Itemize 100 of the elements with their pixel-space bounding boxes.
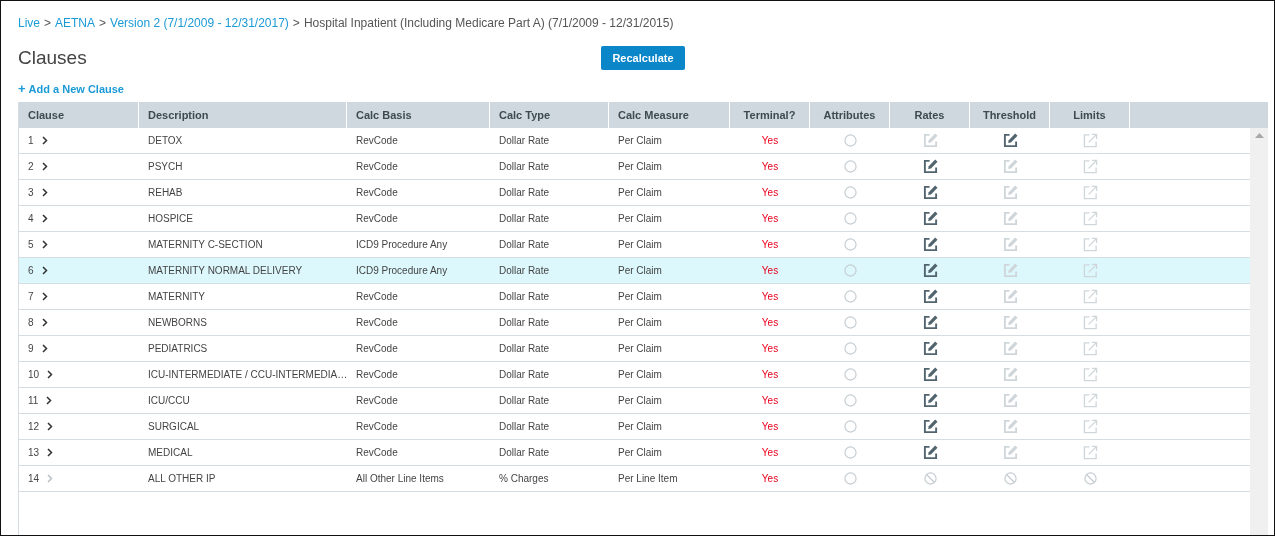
table-cell: NEWBORNS <box>148 317 207 328</box>
recalculate-button[interactable]: Recalculate <box>601 46 685 70</box>
radio-icon[interactable] <box>843 472 857 485</box>
chevron-icon[interactable] <box>46 396 53 405</box>
edit-icon[interactable] <box>922 445 938 460</box>
chevron-icon[interactable] <box>41 162 48 171</box>
table-cell: ICD9 Procedure Any <box>356 265 448 276</box>
radio-icon[interactable] <box>843 394 857 407</box>
table-row[interactable]: 11 ICU/CCU RevCode Dollar Rate Per Claim Yes <box>19 388 1250 414</box>
table-row[interactable]: 9 PEDIATRICS RevCode Dollar Rate Per Claim Yes <box>19 336 1250 362</box>
table-row[interactable]: 3 REHAB RevCode Dollar Rate Per Claim Yes <box>19 180 1250 206</box>
chevron-icon[interactable] <box>41 292 48 301</box>
table-cell: RevCode <box>356 421 398 432</box>
table-cell: RevCode <box>356 369 398 380</box>
column-header: Calc Basis <box>347 102 490 128</box>
edit-icon[interactable] <box>922 289 938 304</box>
table-cell: Dollar Rate <box>499 291 550 302</box>
radio-icon[interactable] <box>843 342 857 355</box>
column-header: Limits <box>1050 102 1130 128</box>
table-cell: ALL OTHER IP <box>148 473 216 484</box>
table-cell: Per Claim <box>618 395 662 406</box>
table-cell: Dollar Rate <box>499 369 550 380</box>
table-cell: Per Claim <box>618 135 662 146</box>
table-row[interactable]: 8 NEWBORNS RevCode Dollar Rate Per Claim Yes <box>19 310 1250 336</box>
table-cell: MATERNITY <box>148 291 206 302</box>
radio-icon[interactable] <box>843 420 857 433</box>
chevron-icon[interactable] <box>41 266 48 275</box>
table-cell: RevCode <box>356 343 398 354</box>
table-row[interactable]: 7 MATERNITY RevCode Dollar Rate Per Claim Yes <box>19 284 1250 310</box>
edit-icon[interactable] <box>922 393 938 408</box>
terminal-value: Yes <box>761 291 779 302</box>
table-cell: 6 <box>28 265 34 276</box>
table-cell: Per Claim <box>618 239 662 250</box>
table-cell: 7 <box>28 291 34 302</box>
chevron-icon[interactable] <box>41 240 48 249</box>
table-cell: Dollar Rate <box>499 161 550 172</box>
table-row[interactable]: 6 MATERNITY NORMAL DELIVERY ICD9 Procedure Any Dollar Rate Per Claim Yes <box>19 258 1250 284</box>
radio-icon[interactable] <box>843 290 857 303</box>
radio-icon[interactable] <box>843 316 857 329</box>
breadcrumb-separator: > <box>292 16 300 30</box>
table-row[interactable]: 1 DETOX RevCode Dollar Rate Per Claim Yes <box>19 128 1250 154</box>
scroll-up-icon[interactable] <box>1254 133 1264 138</box>
table-row[interactable]: 14 ALL OTHER IP All Other Line Items % Charges Per Line Item Yes <box>19 466 1250 492</box>
table-cell: Dollar Rate <box>499 239 550 250</box>
table-cell: Dollar Rate <box>499 187 550 198</box>
radio-icon[interactable] <box>843 264 857 277</box>
table-cell: 14 <box>28 473 40 484</box>
column-header: Terminal? <box>730 102 810 128</box>
column-header: Attributes <box>810 102 890 128</box>
chevron-icon[interactable] <box>47 422 54 431</box>
table-cell: 9 <box>28 343 34 354</box>
radio-icon[interactable] <box>843 446 857 459</box>
edit-icon[interactable] <box>922 367 938 382</box>
column-header: Calc Measure <box>609 102 730 128</box>
chevron-icon[interactable] <box>47 370 54 379</box>
edit-icon[interactable] <box>922 263 938 278</box>
chevron-icon[interactable] <box>41 214 48 223</box>
radio-icon[interactable] <box>843 186 857 199</box>
table-cell: 5 <box>28 239 34 250</box>
table-cell: PEDIATRICS <box>148 343 208 354</box>
chevron-icon[interactable] <box>47 448 54 457</box>
radio-icon[interactable] <box>843 238 857 251</box>
chevron-icon[interactable] <box>41 136 48 145</box>
radio-icon[interactable] <box>843 368 857 381</box>
table-cell: Dollar Rate <box>499 135 550 146</box>
table-cell: Dollar Rate <box>499 213 550 224</box>
edit-icon[interactable] <box>922 211 938 226</box>
table-cell: Per Claim <box>618 421 662 432</box>
table-cell: 8 <box>28 317 34 328</box>
edit-icon[interactable] <box>922 159 938 174</box>
table-cell: Dollar Rate <box>499 343 550 354</box>
table-cell: ICD9 Procedure Any <box>356 239 448 250</box>
terminal-value: Yes <box>761 447 779 458</box>
chevron-icon[interactable] <box>41 318 48 327</box>
table-cell: PSYCH <box>148 161 183 172</box>
table-cell: Dollar Rate <box>499 265 550 276</box>
page-title: Clauses <box>18 47 87 69</box>
table-cell: DETOX <box>148 135 183 146</box>
terminal-value: Yes <box>761 135 779 146</box>
edit-icon[interactable] <box>1002 133 1018 148</box>
table-cell: RevCode <box>356 395 398 406</box>
table-row[interactable]: 12 SURGICAL RevCode Dollar Rate Per Claim Yes <box>19 414 1250 440</box>
column-header: Description <box>139 102 347 128</box>
chevron-icon[interactable] <box>41 344 48 353</box>
edit-icon[interactable] <box>922 419 938 434</box>
radio-icon[interactable] <box>843 160 857 173</box>
edit-icon[interactable] <box>922 341 938 356</box>
edit-icon[interactable] <box>922 315 938 330</box>
table-cell: ICU/CCU <box>148 395 190 406</box>
edit-icon[interactable] <box>922 185 938 200</box>
table-row[interactable]: 10 ICU-INTERMEDIATE / CCU-INTERMEDIA… RevCode Dollar Rate Per Claim Yes <box>19 362 1250 388</box>
chevron-icon[interactable] <box>41 188 48 197</box>
table-row[interactable]: 2 PSYCH RevCode Dollar Rate Per Claim Yes <box>19 154 1250 180</box>
radio-icon[interactable] <box>843 134 857 147</box>
table-row[interactable]: 13 MEDICAL RevCode Dollar Rate Per Claim Yes <box>19 440 1250 466</box>
edit-icon[interactable] <box>922 237 938 252</box>
table-cell: 10 <box>28 369 40 380</box>
radio-icon[interactable] <box>843 212 857 225</box>
table-row[interactable]: 4 HOSPICE RevCode Dollar Rate Per Claim Yes <box>19 206 1250 232</box>
scrollbar[interactable] <box>1250 128 1268 535</box>
